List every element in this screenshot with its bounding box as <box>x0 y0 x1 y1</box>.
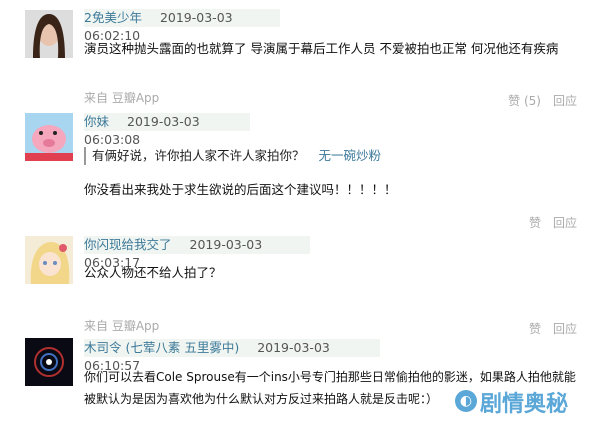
comment-text: 演员这种抛头露面的也就算了 导演属于幕后工作人员 不爱被拍也正常 何况他还有疾病 <box>84 41 559 56</box>
watermark-logo-icon: ◐ <box>455 390 477 412</box>
quoted-reply: 有俩好说，许你拍人家不许人家拍你？ 无一碗炒粉 <box>84 147 381 165</box>
quote-text: 有俩好说，许你拍人家不许人家拍你？ <box>92 148 305 163</box>
comment-source: 来自 豆瓣App <box>84 319 160 333</box>
comment-header: 你妹 2019-03-03 06:03:08 <box>84 113 250 147</box>
reply-button[interactable]: 回应 <box>553 94 577 108</box>
comment-header: 2免美少年 2019-03-03 06:02:10 <box>84 9 280 43</box>
reply-button[interactable]: 回应 <box>553 216 577 230</box>
comment-header: 你闪现给我交了 2019-03-03 06:03:17 <box>84 236 310 270</box>
comment-source: 来自 豆瓣App <box>84 91 160 105</box>
username-link[interactable]: 2免美少年 <box>84 10 142 25</box>
reply-button[interactable]: 回应 <box>553 322 577 336</box>
like-button[interactable]: 赞 <box>529 322 541 336</box>
avatar[interactable] <box>25 10 73 58</box>
like-button[interactable]: 赞 <box>529 216 541 230</box>
comment-actions: 赞 (5) 回应 <box>496 92 577 109</box>
comment-text-line2: 被默认为是因为喜欢他为什么默认对方反过来拍路人就是反击呢：） <box>84 392 439 406</box>
comment-text: 公众人物还不给人拍了？ <box>84 265 222 280</box>
comment-text: 你们可以去看Cole Sprouse有一个ins小号专门拍那些日常偷拍他的影迷，… <box>84 370 576 384</box>
quote-author-link[interactable]: 无一碗炒粉 <box>319 148 382 163</box>
comment-actions: 赞回应 <box>517 214 577 231</box>
comment-header: 木司令 (七荤八素 五里雾中) 2019-03-03 06:10:57 <box>84 339 380 373</box>
comment-actions: 赞回应 <box>517 320 577 337</box>
username-link[interactable]: 你闪现给我交了 <box>84 237 172 252</box>
username-link[interactable]: 你妹 <box>84 114 109 129</box>
avatar[interactable] <box>25 338 73 386</box>
avatar[interactable] <box>25 113 73 161</box>
avatar[interactable] <box>25 236 73 284</box>
like-button[interactable]: 赞 (5) <box>508 94 541 108</box>
watermark: 剧情奥秘 <box>480 392 569 417</box>
comment-text: 你没看出来我处于求生欲说的后面这个建议吗！！！！！ <box>84 182 397 197</box>
username-link[interactable]: 木司令 (七荤八素 五里雾中) <box>84 340 239 355</box>
